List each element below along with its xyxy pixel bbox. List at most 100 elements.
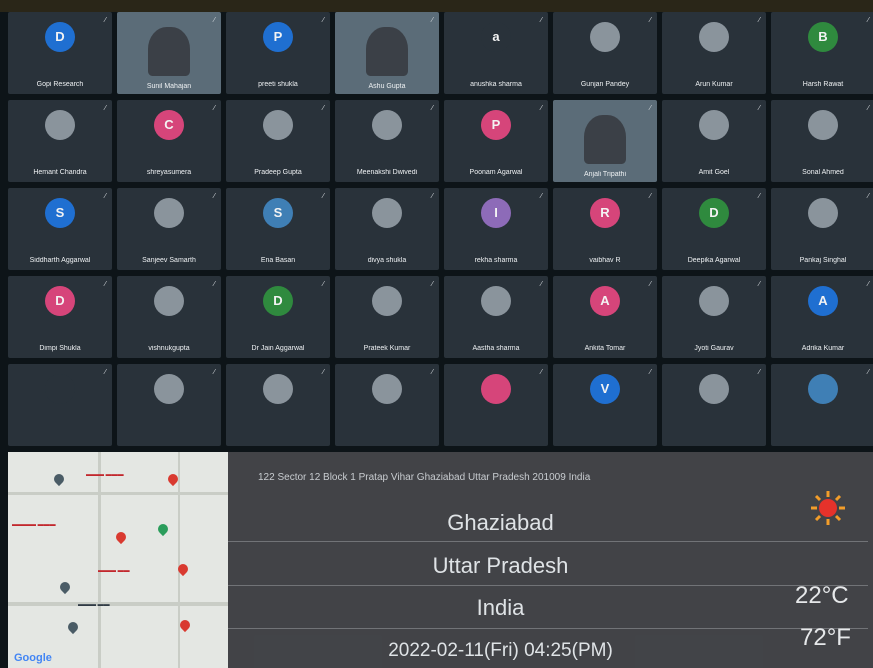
participant-tile[interactable]: ⁄ Sanjeev Samarth — [117, 188, 221, 270]
participant-tile[interactable]: ⁄ — [444, 364, 548, 446]
map-pin-icon — [177, 617, 193, 633]
initial-avatar: D — [45, 285, 75, 316]
participant-tile[interactable]: ⁄ — [117, 364, 221, 446]
participant-tile[interactable]: ⁄ Ashu Gupta — [335, 12, 439, 94]
initial-avatar: D — [263, 285, 293, 316]
map-road — [8, 492, 228, 495]
participant-name: Dr Jain Aggarwal — [251, 345, 305, 352]
participant-tile[interactable]: ⁄ Pradeep Gupta — [226, 100, 330, 182]
participant-tile[interactable]: ⁄ Anjali Tripathi — [553, 100, 657, 182]
participant-tile[interactable]: V ⁄ — [553, 364, 657, 446]
mic-muted-icon: ⁄ — [213, 281, 215, 288]
participant-tile[interactable]: ⁄ Jyoti Gaurav — [662, 276, 766, 358]
avatar — [372, 197, 402, 228]
initial-avatar: P — [481, 109, 511, 140]
participant-tile[interactable]: A ⁄ Ankita Tomar — [553, 276, 657, 358]
mic-muted-icon: ⁄ — [540, 193, 542, 200]
datetime-label: 2022-02-11(Fri) 04:25(PM) — [388, 640, 613, 661]
participant-name: Gopi Research — [36, 81, 84, 88]
participant-tile[interactable]: ⁄ Arun Kumar — [662, 12, 766, 94]
participant-tile[interactable]: C ⁄ shreyasumera — [117, 100, 221, 182]
participant-tile[interactable]: ⁄ — [8, 364, 112, 446]
participant-tile[interactable]: A ⁄ Adrika Kumar — [771, 276, 873, 358]
sun-weather-icon — [811, 491, 845, 525]
participant-name: Poonam Agarwal — [469, 169, 523, 176]
participant-tile[interactable]: I ⁄ rekha sharma — [444, 188, 548, 270]
initial-avatar: S — [263, 197, 293, 228]
mic-muted-icon: ⁄ — [540, 17, 542, 24]
mic-muted-icon: ⁄ — [649, 17, 651, 24]
mic-muted-icon: ⁄ — [213, 193, 215, 200]
participant-tile[interactable]: ⁄ Gunjan Pandey — [553, 12, 657, 94]
participant-tile[interactable]: ⁄ Amit Goel — [662, 100, 766, 182]
mic-muted-icon: ⁄ — [867, 369, 869, 376]
participant-tile[interactable]: D ⁄ Dimpi Shukla — [8, 276, 112, 358]
participant-tile[interactable]: ⁄ — [226, 364, 330, 446]
initial-avatar: V — [590, 373, 620, 404]
participant-name: Pankaj Singhal — [799, 257, 847, 264]
temperature-fahrenheit: 72°F — [800, 624, 851, 651]
map-place-label: ▬▬▬ ▬▬▬ — [86, 472, 124, 478]
participant-name: Sanjeev Samarth — [142, 257, 196, 264]
initial-avatar: B — [808, 21, 838, 52]
participant-tile[interactable]: ⁄ Pankaj Singhal — [771, 188, 873, 270]
participant-video — [148, 26, 190, 76]
participant-name: Aastha sharma — [472, 345, 520, 352]
participant-tile[interactable]: ⁄ Hemant Chandra — [8, 100, 112, 182]
avatar — [699, 109, 729, 140]
initial-avatar: A — [590, 285, 620, 316]
participant-tile[interactable]: ⁄ divya shukla — [335, 188, 439, 270]
participant-name: Ankita Tomar — [584, 345, 626, 352]
mic-muted-icon: ⁄ — [649, 369, 651, 376]
google-wordmark: Google — [14, 652, 52, 664]
mic-muted-icon: ⁄ — [213, 369, 215, 376]
mic-muted-icon: ⁄ — [867, 17, 869, 24]
participant-tile[interactable]: ⁄ Prateek Kumar — [335, 276, 439, 358]
map-pin-icon — [51, 471, 67, 487]
participant-tile[interactable]: ⁄ Aastha sharma — [444, 276, 548, 358]
participant-tile[interactable]: S ⁄ Ena Basan — [226, 188, 330, 270]
mic-muted-icon: ⁄ — [867, 281, 869, 288]
participant-name: Meenakshi Dwivedi — [356, 169, 418, 176]
participant-tile[interactable]: B ⁄ Harsh Rawat — [771, 12, 873, 94]
map-pin-icon — [65, 619, 81, 635]
avatar — [590, 21, 620, 52]
participant-name: Pradeep Gupta — [254, 169, 302, 176]
initial-avatar: a — [481, 21, 511, 52]
mic-muted-icon: ⁄ — [649, 105, 651, 112]
participant-tile[interactable]: ⁄ Sonal Ahmed — [771, 100, 873, 182]
mic-muted-icon: ⁄ — [322, 105, 324, 112]
participant-tile[interactable]: ⁄ — [771, 364, 873, 446]
participant-name: Arun Kumar — [695, 81, 733, 88]
participant-name: vaibhav R — [589, 257, 621, 264]
participant-name: Siddharth Aggarwal — [29, 257, 91, 264]
mic-muted-icon: ⁄ — [867, 193, 869, 200]
participant-tile[interactable]: D ⁄ Dr Jain Aggarwal — [226, 276, 330, 358]
participant-tile[interactable]: ⁄ — [662, 364, 766, 446]
map-place-label: ▬▬▬ ▬▬ — [78, 602, 110, 608]
participant-name: Prateek Kumar — [363, 345, 411, 352]
participant-tile[interactable]: D ⁄ Gopi Research — [8, 12, 112, 94]
google-logo: Google — [14, 652, 52, 664]
participant-tile[interactable]: D ⁄ Deepika Agarwal — [662, 188, 766, 270]
participant-name: vishnukgupta — [148, 345, 190, 352]
map-pin-icon — [57, 579, 73, 595]
participant-tile[interactable]: ⁄ vishnukgupta — [117, 276, 221, 358]
participant-tile[interactable]: ⁄ Meenakshi Dwivedi — [335, 100, 439, 182]
avatar — [699, 285, 729, 316]
participant-name: Ena Basan — [260, 257, 296, 264]
map-thumbnail[interactable]: ▬▬▬ ▬▬▬ ▬▬▬▬ ▬▬▬ ▬▬▬ ▬▬ ▬▬▬ ▬▬ Google — [8, 452, 228, 668]
mic-muted-icon: ⁄ — [431, 193, 433, 200]
participant-tile[interactable]: P ⁄ Poonam Agarwal — [444, 100, 548, 182]
participant-tile[interactable]: ⁄ Sunil Mahajan — [117, 12, 221, 94]
mic-muted-icon: ⁄ — [104, 281, 106, 288]
participant-tile[interactable]: S ⁄ Siddharth Aggarwal — [8, 188, 112, 270]
initial-avatar — [808, 373, 838, 404]
participant-tile[interactable]: P ⁄ preeti shukla — [226, 12, 330, 94]
participant-video — [584, 114, 626, 164]
initial-avatar: R — [590, 197, 620, 228]
participant-tile[interactable]: R ⁄ vaibhav R — [553, 188, 657, 270]
mic-muted-icon: ⁄ — [758, 193, 760, 200]
participant-tile[interactable]: ⁄ — [335, 364, 439, 446]
participant-tile[interactable]: a ⁄ anushka sharma — [444, 12, 548, 94]
